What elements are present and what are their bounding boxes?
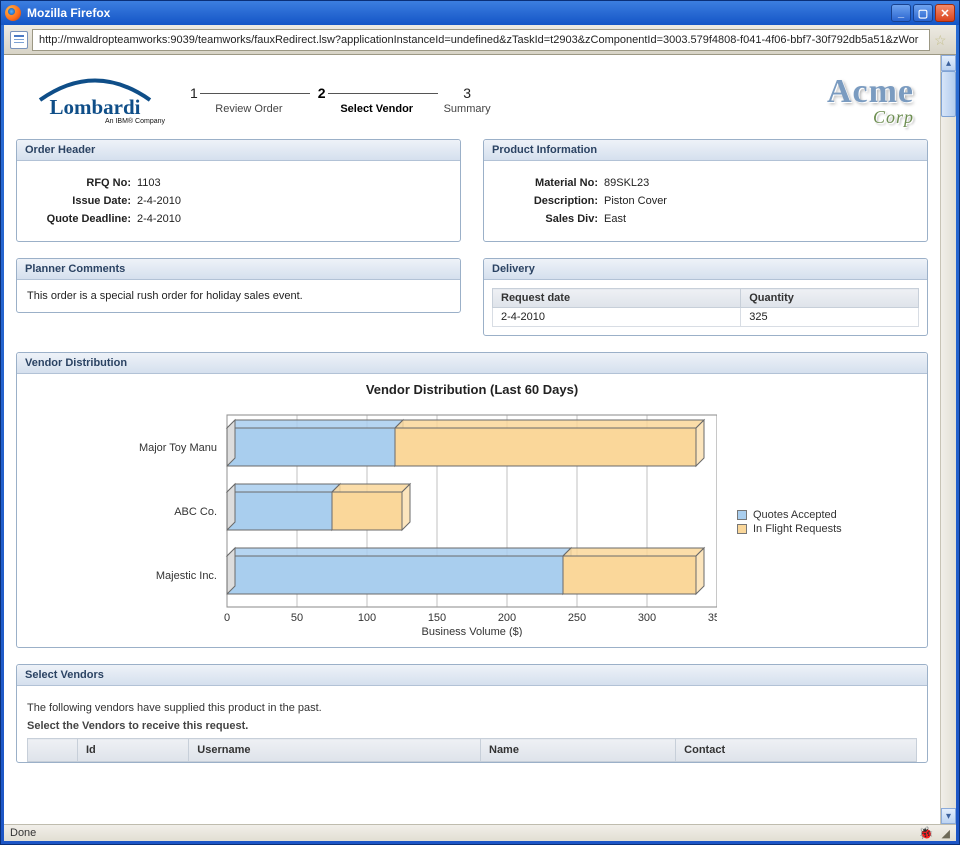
svg-text:Lombardi: Lombardi — [49, 95, 140, 119]
svg-text:50: 50 — [291, 612, 303, 624]
maximize-button[interactable]: ▢ — [913, 4, 933, 22]
window-controls: _ ▢ ✕ — [891, 4, 955, 22]
panel-delivery: Delivery Request date Quantity 2-4-2010 … — [483, 258, 928, 336]
lombardi-logo: Lombardi An IBM® Company — [20, 71, 170, 129]
delivery-col-request-date: Request date — [493, 289, 741, 308]
label-quote-deadline: Quote Deadline: — [27, 213, 137, 225]
panel-planner-comments: Planner Comments This order is a special… — [16, 258, 461, 313]
mid-panel-row: Planner Comments This order is a special… — [14, 258, 930, 352]
planner-comments-text: This order is a special rush order for h… — [27, 290, 450, 302]
svg-text:250: 250 — [568, 612, 586, 624]
svg-text:Majestic Inc.: Majestic Inc. — [156, 570, 217, 582]
svg-text:Business Volume ($): Business Volume ($) — [422, 626, 523, 637]
legend-label-in-flight: In Flight Requests — [753, 523, 842, 535]
chart-title: Vendor Distribution (Last 60 Days) — [17, 382, 927, 397]
value-quote-deadline: 2-4-2010 — [137, 213, 450, 225]
select-vendors-table: Id Username Name Contact — [27, 738, 917, 762]
window-title: Mozilla Firefox — [27, 6, 110, 20]
site-identity-icon[interactable] — [10, 31, 28, 49]
legend-swatch-in-flight — [737, 524, 747, 534]
panel-select-vendors-title: Select Vendors — [17, 665, 927, 686]
vendor-distribution-chart: 0 50 100 150 200 250 300 350 Business Volume ($)… — [27, 407, 717, 637]
firefox-icon — [5, 5, 21, 21]
scroll-thumb[interactable] — [941, 71, 956, 117]
label-material-no: Material No: — [494, 177, 604, 189]
svg-text:Major Toy Manu: Major Toy Manu — [139, 442, 217, 454]
wizard-steps: 1 Review Order 2 Select Vendor 3 Summary — [188, 85, 491, 115]
legend-swatch-quotes-accepted — [737, 510, 747, 520]
select-vendors-instruction: Select the Vendors to receive this reque… — [27, 720, 917, 732]
resize-grip-icon[interactable]: ◢ — [942, 827, 950, 840]
panel-product-info-title: Product Information — [484, 140, 927, 161]
header-row: Lombardi An IBM® Company 1 Review Order … — [14, 67, 930, 139]
svg-text:100: 100 — [358, 612, 376, 624]
wizard-step-3[interactable]: 3 Summary — [444, 85, 491, 115]
delivery-cell-date: 2-4-2010 — [493, 308, 741, 327]
delivery-table: Request date Quantity 2-4-2010 325 — [492, 288, 919, 327]
label-issue-date: Issue Date: — [27, 195, 137, 207]
status-bar: Done 🐞 ◢ — [4, 824, 956, 841]
label-sales-div: Sales Div: — [494, 213, 604, 225]
url-input[interactable] — [32, 29, 930, 51]
wizard-step-1[interactable]: 1 Review Order — [188, 85, 310, 115]
svg-text:0: 0 — [224, 612, 230, 624]
value-sales-div: East — [604, 213, 917, 225]
svg-text:An IBM® Company: An IBM® Company — [105, 117, 166, 125]
value-issue-date: 2-4-2010 — [137, 195, 450, 207]
minimize-button[interactable]: _ — [891, 4, 911, 22]
browser-window: Mozilla Firefox _ ▢ ✕ ☆ Lombardi An IBM®… — [0, 0, 960, 845]
table-row: 2-4-2010 325 — [493, 308, 919, 327]
wizard-step-3-label: Summary — [444, 103, 491, 115]
col-username: Username — [189, 739, 481, 762]
panel-product-info: Product Information Material No:89SKL23 … — [483, 139, 928, 242]
firebug-icon[interactable]: 🐞 — [919, 826, 934, 840]
chart-legend: Quotes Accepted In Flight Requests — [737, 507, 842, 537]
vertical-scrollbar[interactable]: ▴ ▾ — [940, 55, 956, 824]
scroll-down-button[interactable]: ▾ — [941, 808, 956, 824]
legend-label-quotes-accepted: Quotes Accepted — [753, 509, 837, 521]
wizard-step-2-label: Select Vendor — [316, 103, 438, 115]
svg-text:ABC Co.: ABC Co. — [174, 506, 217, 518]
status-text: Done — [10, 827, 36, 839]
label-description: Description: — [494, 195, 604, 207]
panel-select-vendors: Select Vendors The following vendors hav… — [16, 664, 928, 763]
col-contact: Contact — [676, 739, 917, 762]
panel-order-header: Order Header RFQ No:1103 Issue Date:2-4-… — [16, 139, 461, 242]
page-content: Lombardi An IBM® Company 1 Review Order … — [4, 55, 940, 824]
svg-text:350: 350 — [708, 612, 717, 624]
value-rfq-no: 1103 — [137, 177, 450, 189]
col-id: Id — [78, 739, 189, 762]
wizard-step-3-num: 3 — [461, 85, 473, 101]
bookmark-star-icon[interactable]: ☆ — [934, 32, 950, 48]
panel-vendor-distribution: Vendor Distribution Vendor Distribution … — [16, 352, 928, 648]
svg-text:200: 200 — [498, 612, 516, 624]
col-name: Name — [481, 739, 676, 762]
wizard-step-2[interactable]: 2 Select Vendor — [316, 85, 438, 115]
address-bar: ☆ — [4, 25, 956, 55]
panel-planner-title: Planner Comments — [17, 259, 460, 280]
wizard-step-1-label: Review Order — [188, 103, 310, 115]
wizard-step-1-num: 1 — [188, 85, 200, 101]
top-panel-row: Order Header RFQ No:1103 Issue Date:2-4-… — [14, 139, 930, 258]
close-button[interactable]: ✕ — [935, 4, 955, 22]
select-vendors-intro: The following vendors have supplied this… — [27, 702, 917, 714]
value-material-no: 89SKL23 — [604, 177, 917, 189]
scroll-up-button[interactable]: ▴ — [941, 55, 956, 71]
label-rfq-no: RFQ No: — [27, 177, 137, 189]
wizard-step-2-num: 2 — [316, 85, 328, 101]
panel-delivery-title: Delivery — [484, 259, 927, 280]
svg-text:300: 300 — [638, 612, 656, 624]
panel-vendor-distribution-title: Vendor Distribution — [17, 353, 927, 374]
svg-text:150: 150 — [428, 612, 446, 624]
delivery-col-quantity: Quantity — [741, 289, 919, 308]
delivery-cell-qty: 325 — [741, 308, 919, 327]
panel-order-header-title: Order Header — [17, 140, 460, 161]
viewport: Lombardi An IBM® Company 1 Review Order … — [4, 55, 956, 824]
value-description: Piston Cover — [604, 195, 917, 207]
acme-logo: Acme Corp — [827, 73, 924, 128]
acme-logo-text: Acme — [827, 73, 914, 111]
titlebar: Mozilla Firefox _ ▢ ✕ — [1, 1, 959, 25]
